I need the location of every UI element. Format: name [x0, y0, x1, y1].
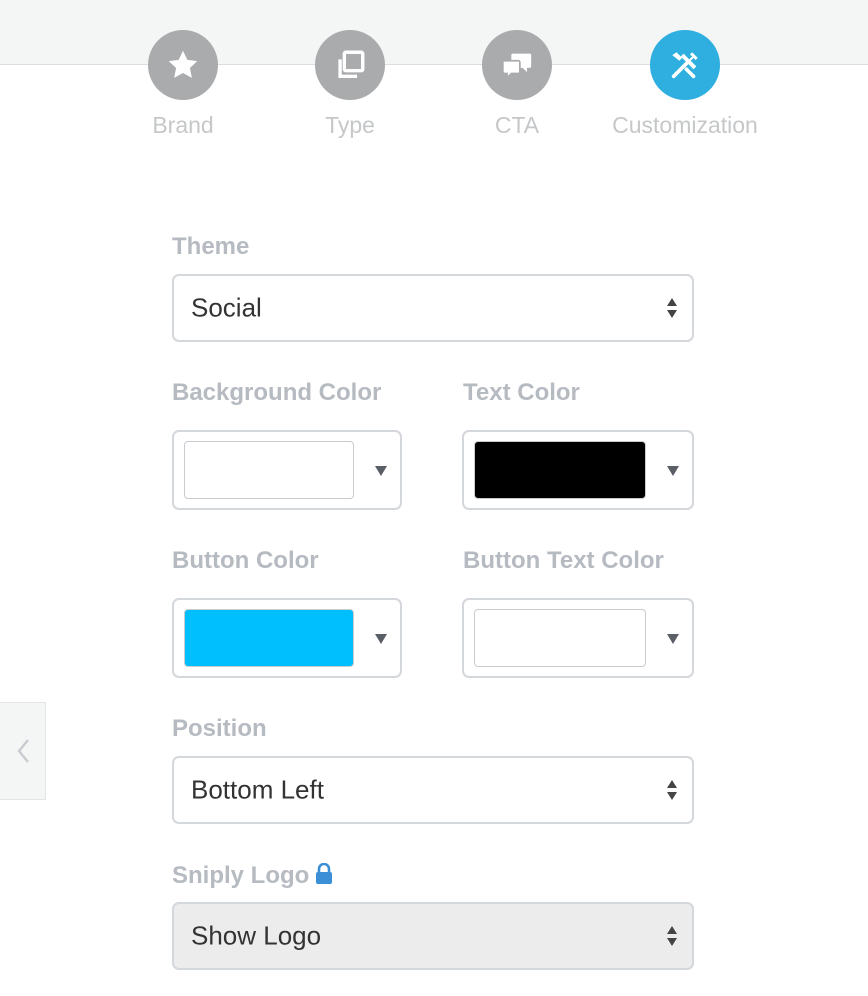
theme-select[interactable]: Social [172, 274, 694, 342]
step-brand-label: Brand [152, 112, 214, 138]
text-color-picker[interactable] [462, 430, 694, 510]
step-customization-circle [650, 30, 720, 100]
select-arrows-icon [667, 926, 677, 946]
chevron-left-icon [16, 739, 29, 763]
background-color-swatch [184, 441, 354, 499]
step-customization[interactable]: Customization [595, 30, 775, 140]
select-arrows-icon [667, 298, 677, 318]
position-value: Bottom Left [191, 774, 324, 805]
background-color-label: Background Color [172, 379, 382, 406]
step-brand[interactable]: Brand [93, 30, 273, 140]
select-arrows-icon [667, 780, 677, 800]
copy-icon [338, 50, 365, 79]
tools-icon [671, 52, 698, 79]
dropdown-arrow-icon [375, 466, 387, 476]
dropdown-arrow-icon [375, 634, 387, 644]
step-type-circle [315, 30, 385, 100]
sniply-logo-select[interactable]: Show Logo [172, 902, 694, 970]
step-customization-label: Customization [612, 112, 758, 138]
dropdown-arrow-icon [667, 634, 679, 644]
star-icon [168, 50, 198, 78]
step-brand-circle [148, 30, 218, 100]
position-label: Position [172, 715, 267, 742]
dropdown-arrow-icon [667, 466, 679, 476]
text-color-label: Text Color [463, 379, 580, 406]
sniply-logo-label: Sniply Logo [172, 862, 310, 889]
step-cta-circle [482, 30, 552, 100]
step-type-label: Type [325, 112, 375, 138]
theme-label: Theme [172, 233, 250, 260]
step-cta-label: CTA [494, 112, 540, 138]
button-color-swatch [184, 609, 354, 667]
sniply-logo-label-row: Sniply Logo [172, 863, 333, 888]
background-color-picker[interactable] [172, 430, 402, 510]
chat-bubbles-icon [501, 53, 532, 80]
sidebar-toggle[interactable] [0, 702, 46, 800]
text-color-swatch [474, 441, 646, 499]
step-type[interactable]: Type [260, 30, 440, 140]
button-text-color-picker[interactable] [462, 598, 694, 678]
button-text-color-label: Button Text Color [463, 547, 664, 574]
lock-icon [316, 863, 333, 884]
step-cta[interactable]: CTA [427, 30, 607, 140]
button-text-color-swatch [474, 609, 646, 667]
theme-value: Social [191, 292, 262, 323]
sniply-logo-value: Show Logo [191, 920, 322, 951]
button-color-label: Button Color [172, 547, 319, 574]
position-select[interactable]: Bottom Left [172, 756, 694, 824]
button-color-picker[interactable] [172, 598, 402, 678]
